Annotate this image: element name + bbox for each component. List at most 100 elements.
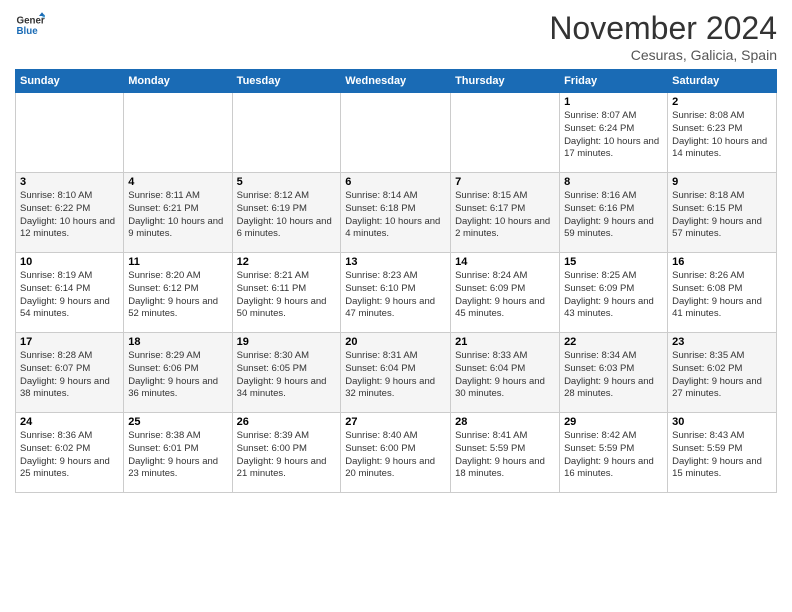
header-friday: Friday [560,70,668,93]
day-number: 30 [672,416,772,428]
day-number: 15 [564,256,663,268]
day-info: Sunrise: 8:40 AM Sunset: 6:00 PM Dayligh… [345,430,446,481]
calendar-week-row: 1 Sunrise: 8:07 AM Sunset: 6:24 PM Daylig… [16,93,777,173]
table-row: 30 Sunrise: 8:43 AM Sunset: 5:59 PM Dayli… [668,413,777,493]
table-row: 2 Sunrise: 8:08 AM Sunset: 6:23 PM Daylig… [668,93,777,173]
day-number: 9 [672,176,772,188]
svg-text:Blue: Blue [17,26,39,37]
day-number: 8 [564,176,663,188]
day-info: Sunrise: 8:26 AM Sunset: 6:08 PM Dayligh… [672,270,772,321]
table-row: 5Sunrise: 8:12 AM Sunset: 6:19 PM Daylig… [232,173,341,253]
svg-text:General: General [17,16,46,27]
day-info: Sunrise: 8:25 AM Sunset: 6:09 PM Dayligh… [564,270,663,321]
table-row: 1 Sunrise: 8:07 AM Sunset: 6:24 PM Daylig… [560,93,668,173]
table-row: 21 Sunrise: 8:33 AM Sunset: 6:04 PM Dayli… [451,333,560,413]
day-info: Sunrise: 8:42 AM Sunset: 5:59 PM Dayligh… [564,430,663,481]
day-number: 21 [455,336,555,348]
table-row: 29 Sunrise: 8:42 AM Sunset: 5:59 PM Dayli… [560,413,668,493]
day-number: 12 [237,256,337,268]
table-row: 28 Sunrise: 8:41 AM Sunset: 5:59 PM Dayli… [451,413,560,493]
day-number: 23 [672,336,772,348]
day-info: Sunrise: 8:33 AM Sunset: 6:04 PM Dayligh… [455,350,555,401]
day-number: 18 [128,336,227,348]
table-row [16,93,124,173]
header-thursday: Thursday [451,70,560,93]
day-info: Sunrise: 8:11 AM Sunset: 6:21 PM Dayligh… [128,190,227,241]
day-info: Sunrise: 8:21 AM Sunset: 6:11 PM Dayligh… [237,270,337,321]
day-number: 2 [672,96,772,108]
day-info: Sunrise: 8:36 AM Sunset: 6:02 PM Dayligh… [20,430,119,481]
table-row: 3 Sunrise: 8:10 AM Sunset: 6:22 PM Daylig… [16,173,124,253]
day-info: Sunrise: 8:16 AM Sunset: 6:16 PM Dayligh… [564,190,663,241]
table-row [232,93,341,173]
day-info: Sunrise: 8:20 AM Sunset: 6:12 PM Dayligh… [128,270,227,321]
table-row: 26 Sunrise: 8:39 AM Sunset: 6:00 PM Dayli… [232,413,341,493]
day-info: Sunrise: 8:15 AM Sunset: 6:17 PM Dayligh… [455,190,555,241]
day-info: Sunrise: 8:23 AM Sunset: 6:10 PM Dayligh… [345,270,446,321]
day-info: Sunrise: 8:24 AM Sunset: 6:09 PM Dayligh… [455,270,555,321]
day-info: Sunrise: 8:28 AM Sunset: 6:07 PM Dayligh… [20,350,119,401]
day-number: 6 [345,176,446,188]
day-number: 1 [564,96,663,108]
table-row: 13 Sunrise: 8:23 AM Sunset: 6:10 PM Dayli… [341,253,451,333]
table-row: 8 Sunrise: 8:16 AM Sunset: 6:16 PM Daylig… [560,173,668,253]
calendar-week-row: 3 Sunrise: 8:10 AM Sunset: 6:22 PM Daylig… [16,173,777,253]
table-row: 4Sunrise: 8:11 AM Sunset: 6:21 PM Daylig… [124,173,232,253]
header-wednesday: Wednesday [341,70,451,93]
logo-icon: General Blue [15,10,45,40]
table-row: 24Sunrise: 8:36 AM Sunset: 6:02 PM Dayli… [16,413,124,493]
day-info: Sunrise: 8:34 AM Sunset: 6:03 PM Dayligh… [564,350,663,401]
day-number: 29 [564,416,663,428]
day-number: 20 [345,336,446,348]
calendar-week-row: 10Sunrise: 8:19 AM Sunset: 6:14 PM Dayli… [16,253,777,333]
table-row: 19 Sunrise: 8:30 AM Sunset: 6:05 PM Dayli… [232,333,341,413]
table-row: 17Sunrise: 8:28 AM Sunset: 6:07 PM Dayli… [16,333,124,413]
day-info: Sunrise: 8:39 AM Sunset: 6:00 PM Dayligh… [237,430,337,481]
calendar-week-row: 24Sunrise: 8:36 AM Sunset: 6:02 PM Dayli… [16,413,777,493]
day-info: Sunrise: 8:43 AM Sunset: 5:59 PM Dayligh… [672,430,772,481]
table-row: 16 Sunrise: 8:26 AM Sunset: 6:08 PM Dayli… [668,253,777,333]
day-number: 19 [237,336,337,348]
table-row: 22 Sunrise: 8:34 AM Sunset: 6:03 PM Dayli… [560,333,668,413]
day-number: 3 [20,176,119,188]
location: Cesuras, Galicia, Spain [549,47,777,63]
day-info: Sunrise: 8:29 AM Sunset: 6:06 PM Dayligh… [128,350,227,401]
table-row: 7 Sunrise: 8:15 AM Sunset: 6:17 PM Daylig… [451,173,560,253]
day-number: 16 [672,256,772,268]
day-number: 7 [455,176,555,188]
day-number: 13 [345,256,446,268]
day-number: 11 [128,256,227,268]
calendar-header-row: Sunday Monday Tuesday Wednesday Thursday… [16,70,777,93]
table-row: 15 Sunrise: 8:25 AM Sunset: 6:09 PM Dayli… [560,253,668,333]
day-number: 22 [564,336,663,348]
day-info: Sunrise: 8:07 AM Sunset: 6:24 PM Dayligh… [564,110,663,161]
table-row: 20 Sunrise: 8:31 AM Sunset: 6:04 PM Dayli… [341,333,451,413]
day-info: Sunrise: 8:14 AM Sunset: 6:18 PM Dayligh… [345,190,446,241]
table-row: 25Sunrise: 8:38 AM Sunset: 6:01 PM Dayli… [124,413,232,493]
table-row: 9 Sunrise: 8:18 AM Sunset: 6:15 PM Daylig… [668,173,777,253]
day-info: Sunrise: 8:31 AM Sunset: 6:04 PM Dayligh… [345,350,446,401]
header-tuesday: Tuesday [232,70,341,93]
day-info: Sunrise: 8:41 AM Sunset: 5:59 PM Dayligh… [455,430,555,481]
day-number: 28 [455,416,555,428]
table-row: 23Sunrise: 8:35 AM Sunset: 6:02 PM Dayli… [668,333,777,413]
header-sunday: Sunday [16,70,124,93]
calendar-table: Sunday Monday Tuesday Wednesday Thursday… [15,69,777,493]
table-row: 6 Sunrise: 8:14 AM Sunset: 6:18 PM Daylig… [341,173,451,253]
day-info: Sunrise: 8:18 AM Sunset: 6:15 PM Dayligh… [672,190,772,241]
day-info: Sunrise: 8:10 AM Sunset: 6:22 PM Dayligh… [20,190,119,241]
table-row: 12 Sunrise: 8:21 AM Sunset: 6:11 PM Dayli… [232,253,341,333]
day-number: 25 [128,416,227,428]
title-block: November 2024 Cesuras, Galicia, Spain [549,10,777,63]
day-number: 10 [20,256,119,268]
day-info: Sunrise: 8:08 AM Sunset: 6:23 PM Dayligh… [672,110,772,161]
table-row: 10Sunrise: 8:19 AM Sunset: 6:14 PM Dayli… [16,253,124,333]
day-info: Sunrise: 8:30 AM Sunset: 6:05 PM Dayligh… [237,350,337,401]
calendar-week-row: 17Sunrise: 8:28 AM Sunset: 6:07 PM Dayli… [16,333,777,413]
day-number: 26 [237,416,337,428]
table-row: 18 Sunrise: 8:29 AM Sunset: 6:06 PM Dayli… [124,333,232,413]
month-title: November 2024 [549,10,777,47]
logo: General Blue [15,10,45,40]
table-row [341,93,451,173]
day-number: 14 [455,256,555,268]
